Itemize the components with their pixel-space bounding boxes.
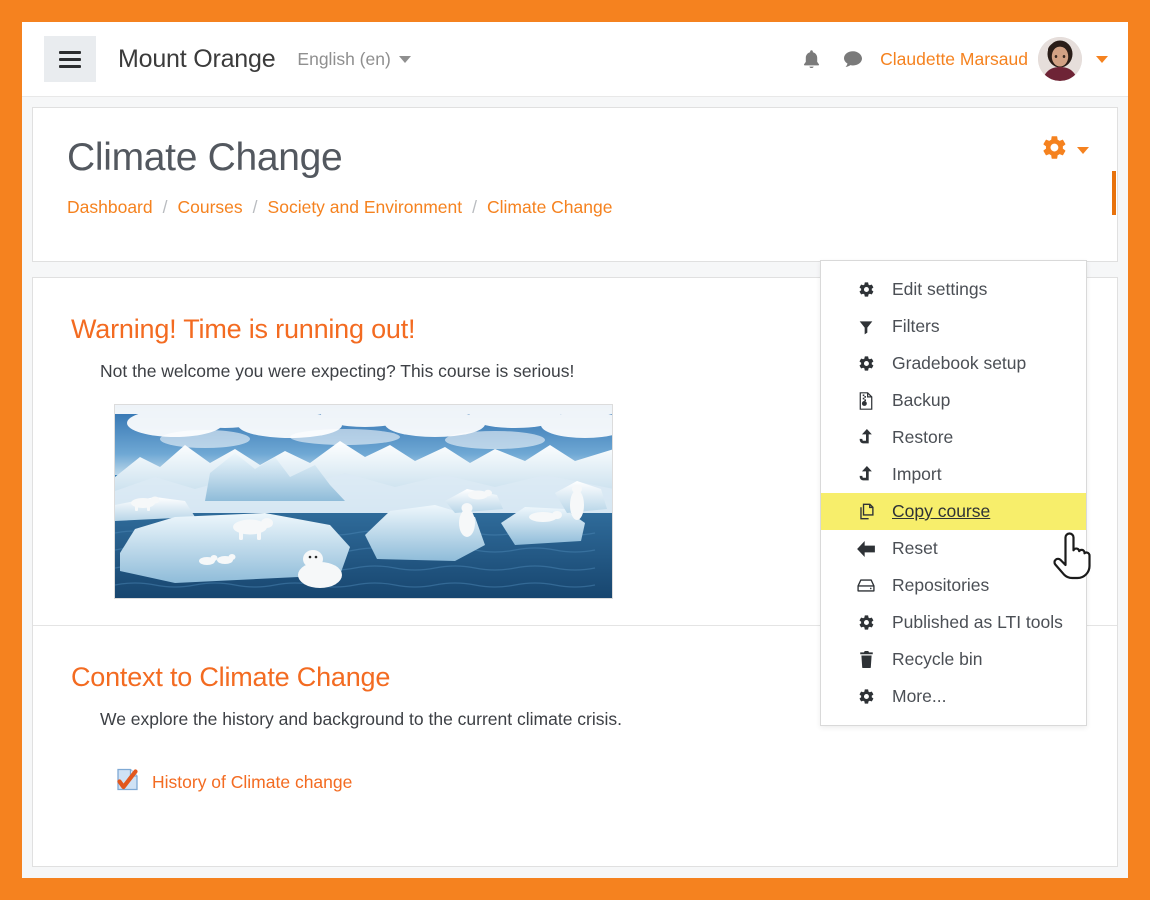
menu-item-reset[interactable]: Reset [821,530,1086,567]
course-header-card: Climate Change Dashboard / Courses / Soc… [32,107,1118,262]
menu-item-label: Repositories [892,575,989,596]
menu-item-repositories[interactable]: Repositories [821,567,1086,604]
browser-page: Mount Orange English (en) Claudette Mars… [22,22,1128,878]
gear-icon [857,688,875,706]
copy-icon [857,503,875,521]
breadcrumb-item-dashboard[interactable]: Dashboard [67,197,153,218]
hamburger-menu-icon[interactable] [44,36,96,82]
breadcrumb-separator: / [163,197,168,218]
menu-item-label: Published as LTI tools [892,612,1063,633]
level-up-arrow-icon [857,429,875,447]
menu-item-filters[interactable]: Filters [821,308,1086,345]
hamburger-bar [59,51,81,54]
navbar-right-group: Claudette Marsaud [790,37,1116,81]
menu-item-backup[interactable]: Backup [821,382,1086,419]
menu-item-recycle-bin[interactable]: Recycle bin [821,641,1086,678]
menu-item-label: Filters [892,316,940,337]
user-name: Claudette Marsaud [880,49,1028,70]
archive-file-icon [857,392,875,410]
gear-icon [1041,134,1068,166]
hamburger-bar [59,58,81,61]
language-menu[interactable]: English (en) [297,49,410,70]
edit-mode-accent-bar [1112,171,1116,215]
menu-item-label: Backup [892,390,950,411]
language-menu-label: English (en) [297,49,390,70]
user-menu[interactable]: Claudette Marsaud [880,37,1082,81]
breadcrumb: Dashboard / Courses / Society and Enviro… [67,197,1083,218]
menu-item-label: Restore [892,427,953,448]
chevron-down-icon [1077,147,1089,154]
course-action-menu: Edit settings Filters Gradebook setup [820,260,1087,726]
activity-label: History of Climate change [152,772,352,793]
gear-icon [857,355,875,373]
activity-item-history-of-climate-change[interactable]: History of Climate change [114,766,1079,798]
course-settings-gear-button[interactable] [1041,134,1089,166]
level-up-arrow-icon [857,466,875,484]
hamburger-bar [59,65,81,68]
breadcrumb-item-climate-change[interactable]: Climate Change [487,197,612,218]
chevron-down-icon [399,56,411,63]
menu-item-label: Recycle bin [892,649,982,670]
menu-item-label: Import [892,464,942,485]
page-title: Climate Change [67,136,1083,181]
menu-item-restore[interactable]: Restore [821,419,1086,456]
menu-item-copy-course[interactable]: Copy course [821,493,1086,530]
menu-item-gradebook-setup[interactable]: Gradebook setup [821,345,1086,382]
menu-item-label: Edit settings [892,279,987,300]
trash-icon [857,651,875,669]
gear-icon [857,614,875,632]
avatar[interactable] [1038,37,1082,81]
drive-icon [857,577,875,595]
activity-list: History of Climate change [114,766,1079,798]
menu-item-more[interactable]: More... [821,678,1086,715]
menu-item-label: Reset [892,538,938,559]
menu-item-label: Copy course [892,501,990,522]
chevron-down-icon[interactable] [1096,56,1108,63]
menu-item-edit-settings[interactable]: Edit settings [821,271,1086,308]
message-bubble-icon[interactable] [832,38,874,80]
breadcrumb-separator: / [253,197,258,218]
quiz-icon [114,766,141,798]
gear-icon [857,281,875,299]
menu-item-import[interactable]: Import [821,456,1086,493]
filter-icon [857,318,875,336]
breadcrumb-item-society-and-environment[interactable]: Society and Environment [268,197,463,218]
section-hero-image [114,404,613,599]
menu-item-label: Gradebook setup [892,353,1026,374]
bell-icon[interactable] [790,38,832,80]
menu-item-label: More... [892,686,946,707]
breadcrumb-separator: / [472,197,477,218]
page-body: Climate Change Dashboard / Courses / Soc… [22,97,1128,878]
site-brand-name[interactable]: Mount Orange [118,45,275,74]
arrow-left-icon [857,540,875,558]
menu-item-published-as-lti-tools[interactable]: Published as LTI tools [821,604,1086,641]
top-navbar: Mount Orange English (en) Claudette Mars… [22,22,1128,97]
breadcrumb-item-courses[interactable]: Courses [178,197,243,218]
